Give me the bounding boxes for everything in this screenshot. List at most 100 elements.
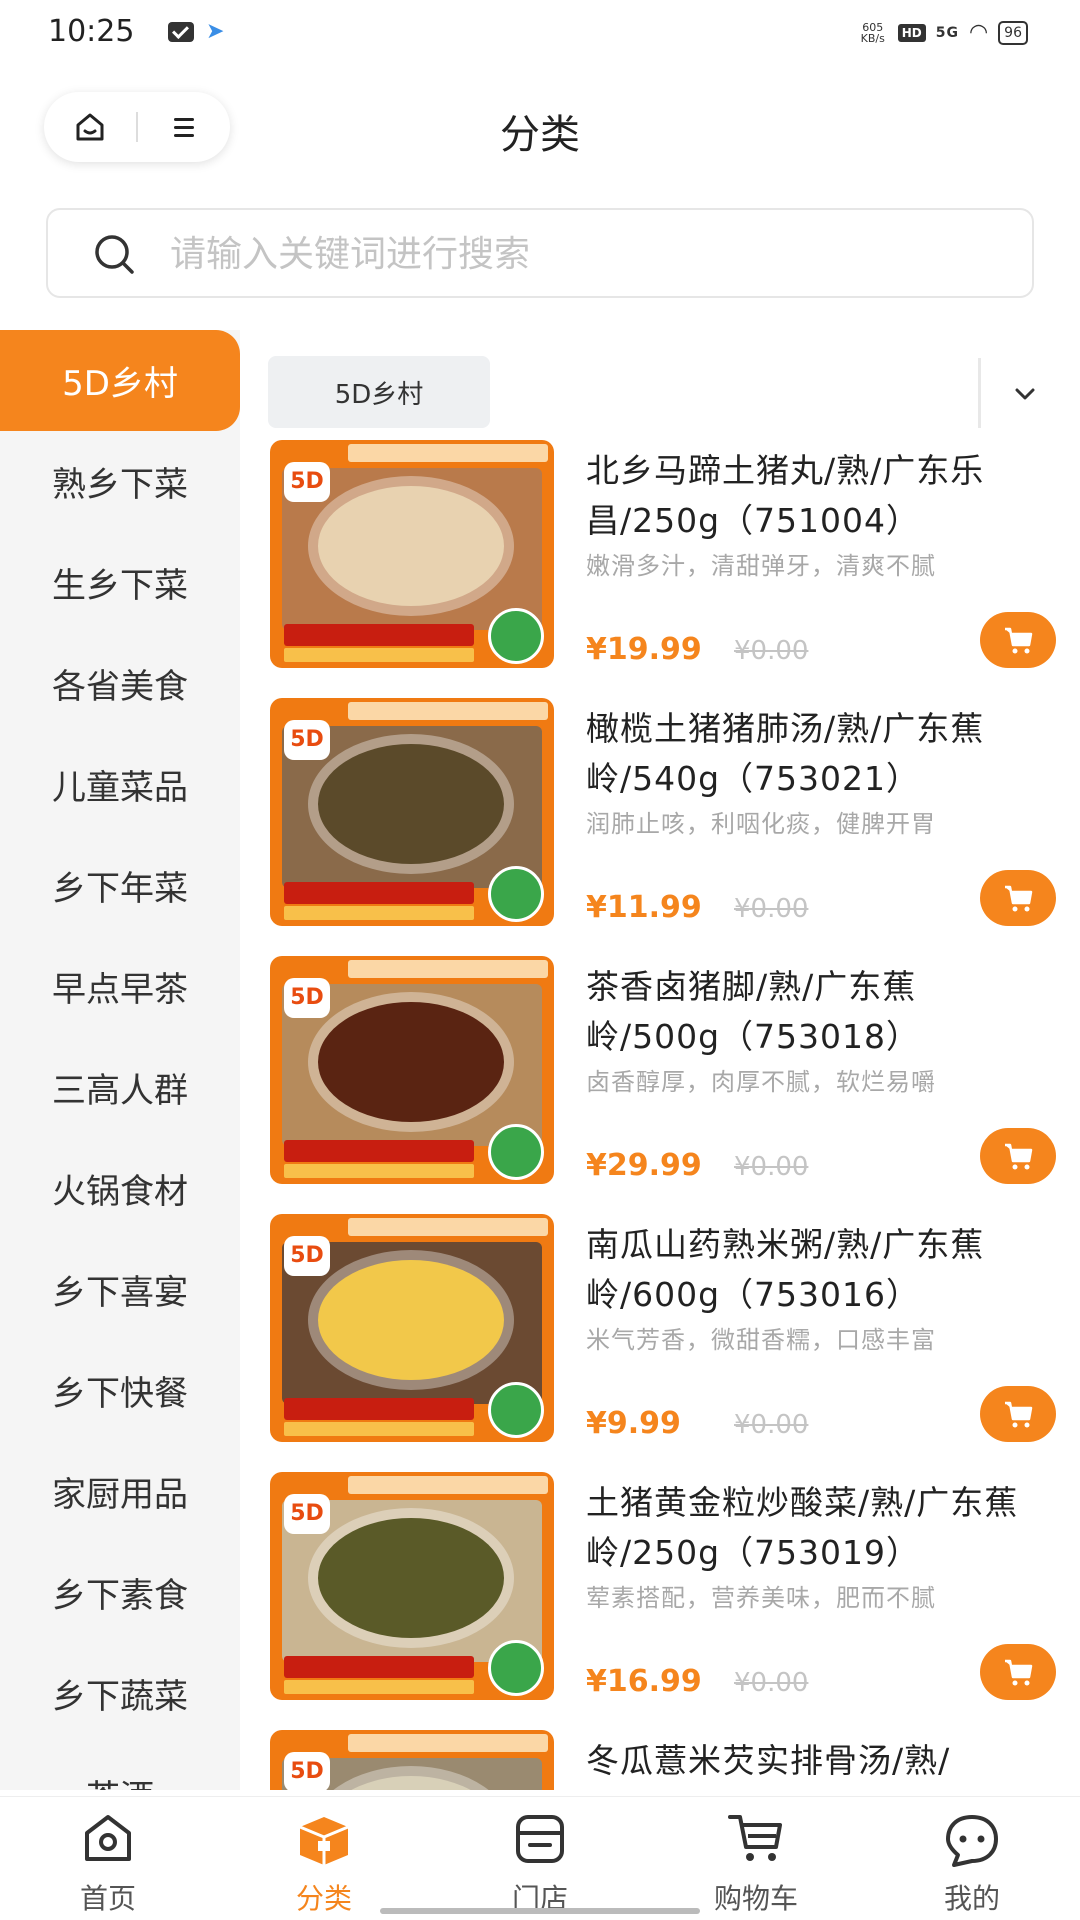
- search-icon: [95, 235, 134, 274]
- product-name[interactable]: 冬瓜薏米芡实排骨汤/熟/: [586, 1736, 1046, 1786]
- home-icon: [85, 1815, 131, 1861]
- product-original-price: ¥0.00: [734, 1668, 809, 1698]
- product-original-price: ¥0.00: [734, 636, 809, 666]
- sidebar-item[interactable]: 熟乡下菜: [0, 431, 240, 532]
- sidebar-item[interactable]: 家厨用品: [0, 1441, 240, 1542]
- chevron-down-icon[interactable]: [1000, 374, 1050, 414]
- status-indicators: 605 KB/s HD 5G ◠ 96: [858, 20, 1028, 45]
- product-original-price: ¥0.00: [734, 1152, 809, 1182]
- tab-profile[interactable]: 我的: [864, 1797, 1080, 1920]
- sidebar-item[interactable]: 火锅食材: [0, 1138, 240, 1239]
- product-item[interactable]: 5D 土猪黄金粒炒酸菜/熟/广东蕉岭/250g（753019） 荤素搭配，营养美味，…: [264, 1468, 1064, 1726]
- sub-tab-5d-village[interactable]: 5D乡村: [268, 356, 490, 428]
- category-box-icon: [299, 1817, 349, 1865]
- brand-strip: [348, 702, 548, 720]
- product-image[interactable]: 5D: [270, 1214, 554, 1442]
- tab-category[interactable]: 分类: [216, 1797, 432, 1920]
- add-to-cart-button[interactable]: [980, 612, 1056, 668]
- brand-strip: [348, 1218, 548, 1236]
- sidebar-item[interactable]: 乡下素食: [0, 1542, 240, 1643]
- sidebar-item[interactable]: 乡下喜宴: [0, 1239, 240, 1340]
- guarantee-badge: [488, 1640, 544, 1696]
- sidebar-item[interactable]: 5D乡村: [0, 330, 240, 431]
- product-description: 荤素搭配，营养美味，肥而不腻: [586, 1584, 936, 1612]
- product-name[interactable]: 土猪黄金粒炒酸菜/熟/广东蕉岭/250g（753019）: [586, 1478, 1046, 1578]
- sub-category-tabs: 5D乡村: [264, 340, 1064, 436]
- guarantee-badge: [488, 1382, 544, 1438]
- add-to-cart-button[interactable]: [980, 870, 1056, 926]
- cart-icon: [728, 1815, 782, 1861]
- product-list-panel: 5D乡村 5D 北乡马蹄土猪丸/熟/广东乐昌/250g（751004） 嫩滑多汁，清…: [264, 340, 1064, 1790]
- product-description: 卤香醇厚，肉厚不腻，软烂易嚼: [586, 1068, 936, 1096]
- promo-subbanner: [284, 906, 474, 920]
- product-name[interactable]: 北乡马蹄土猪丸/熟/广东乐昌/250g（751004）: [586, 446, 1046, 546]
- promo-banner: [284, 1140, 474, 1162]
- product-item[interactable]: 5D 北乡马蹄土猪丸/熟/广东乐昌/250g（751004） 嫩滑多汁，清甜弹牙，清…: [264, 436, 1064, 694]
- product-item[interactable]: 5D 南瓜山药熟米粥/熟/广东蕉岭/600g（753016） 米气芳香，微甜香糯，口…: [264, 1210, 1064, 1468]
- home-indicator: [380, 1908, 700, 1914]
- promo-banner: [284, 1656, 474, 1678]
- sidebar-item[interactable]: 乡下蔬菜: [0, 1643, 240, 1744]
- product-image[interactable]: 5D: [270, 1730, 554, 1790]
- search-bar[interactable]: [46, 208, 1034, 298]
- promo-subbanner: [284, 1164, 474, 1178]
- add-to-cart-button[interactable]: [980, 1128, 1056, 1184]
- sidebar-item[interactable]: 各省美食: [0, 633, 240, 734]
- guarantee-badge: [488, 1124, 544, 1180]
- wifi-icon: ◠: [968, 20, 989, 45]
- product-list: 5D 北乡马蹄土猪丸/熟/广东乐昌/250g（751004） 嫩滑多汁，清甜弹牙，清…: [264, 436, 1064, 1790]
- brand-5d-logo: 5D: [284, 1494, 330, 1534]
- bottom-tab-bar: 首页 分类 门店 购物车 我的: [0, 1796, 1080, 1920]
- dish-plate: [318, 744, 504, 864]
- product-price: ¥16.99: [586, 1664, 702, 1699]
- sidebar-item[interactable]: 生乡下菜: [0, 532, 240, 633]
- sub-tabs-divider: [978, 358, 981, 428]
- product-description: 米气芳香，微甜香糯，口感丰富: [586, 1326, 936, 1354]
- product-item[interactable]: 5D 橄榄土猪猪肺汤/熟/广东蕉岭/540g（753021） 润肺止咳，利咽化痰，健…: [264, 694, 1064, 952]
- status-time: 10:25: [48, 14, 135, 49]
- product-item[interactable]: 5D 冬瓜薏米芡实排骨汤/熟/: [264, 1726, 1064, 1790]
- dish-plate: [318, 486, 504, 606]
- sidebar-item[interactable]: 三高人群: [0, 1037, 240, 1138]
- product-name[interactable]: 橄榄土猪猪肺汤/熟/广东蕉岭/540g（753021）: [586, 704, 1046, 804]
- tab-store[interactable]: 门店: [432, 1797, 648, 1920]
- product-item[interactable]: 5D 茶香卤猪脚/熟/广东蕉岭/500g（753018） 卤香醇厚，肉厚不腻，软烂易…: [264, 952, 1064, 1210]
- guarantee-badge: [488, 866, 544, 922]
- product-image[interactable]: 5D: [270, 698, 554, 926]
- sidebar-item[interactable]: 乡下快餐: [0, 1340, 240, 1441]
- product-image[interactable]: 5D: [270, 956, 554, 1184]
- sidebar-item[interactable]: 儿童菜品: [0, 734, 240, 835]
- page-title: 分类: [500, 112, 580, 158]
- promo-subbanner: [284, 648, 474, 662]
- sidebar-item[interactable]: 茶酒: [0, 1744, 240, 1790]
- brand-5d-logo: 5D: [284, 1752, 330, 1790]
- cart-icon: [1005, 1659, 1033, 1686]
- sidebar-item[interactable]: 乡下年菜: [0, 835, 240, 936]
- tab-home[interactable]: 首页: [0, 1797, 216, 1920]
- tab-cart[interactable]: 购物车: [648, 1797, 864, 1920]
- product-original-price: ¥0.00: [734, 894, 809, 924]
- product-image[interactable]: 5D: [270, 440, 554, 668]
- product-price: ¥9.99: [586, 1406, 681, 1441]
- product-name[interactable]: 茶香卤猪脚/熟/广东蕉岭/500g（753018）: [586, 962, 1046, 1062]
- brand-5d-logo: 5D: [284, 720, 330, 760]
- cart-icon: [1005, 627, 1033, 654]
- sidebar-item[interactable]: 早点早茶: [0, 936, 240, 1037]
- promo-subbanner: [284, 1422, 474, 1436]
- brand-5d-logo: 5D: [284, 1236, 330, 1276]
- product-description: 润肺止咳，利咽化痰，健脾开胃: [586, 810, 936, 838]
- promo-subbanner: [284, 1680, 474, 1694]
- product-price: ¥29.99: [586, 1148, 702, 1183]
- header: 分类: [0, 80, 1080, 190]
- brand-strip: [348, 1734, 548, 1752]
- add-to-cart-button[interactable]: [980, 1644, 1056, 1700]
- search-input[interactable]: [170, 224, 990, 284]
- category-sidebar: 5D乡村 熟乡下菜 生乡下菜 各省美食 儿童菜品 乡下年菜 早点早茶 三高人群 火锅食材 乡下喜宴…: [0, 330, 240, 1790]
- product-name[interactable]: 南瓜山药熟米粥/熟/广东蕉岭/600g（753016）: [586, 1220, 1046, 1320]
- net-speed: 605 KB/s: [860, 20, 885, 45]
- product-original-price: ¥0.00: [734, 1410, 809, 1440]
- mail-notification-icon: [168, 22, 194, 42]
- add-to-cart-button[interactable]: [980, 1386, 1056, 1442]
- product-image[interactable]: 5D: [270, 1472, 554, 1700]
- product-description: 嫩滑多汁，清甜弹牙，清爽不腻: [586, 552, 936, 580]
